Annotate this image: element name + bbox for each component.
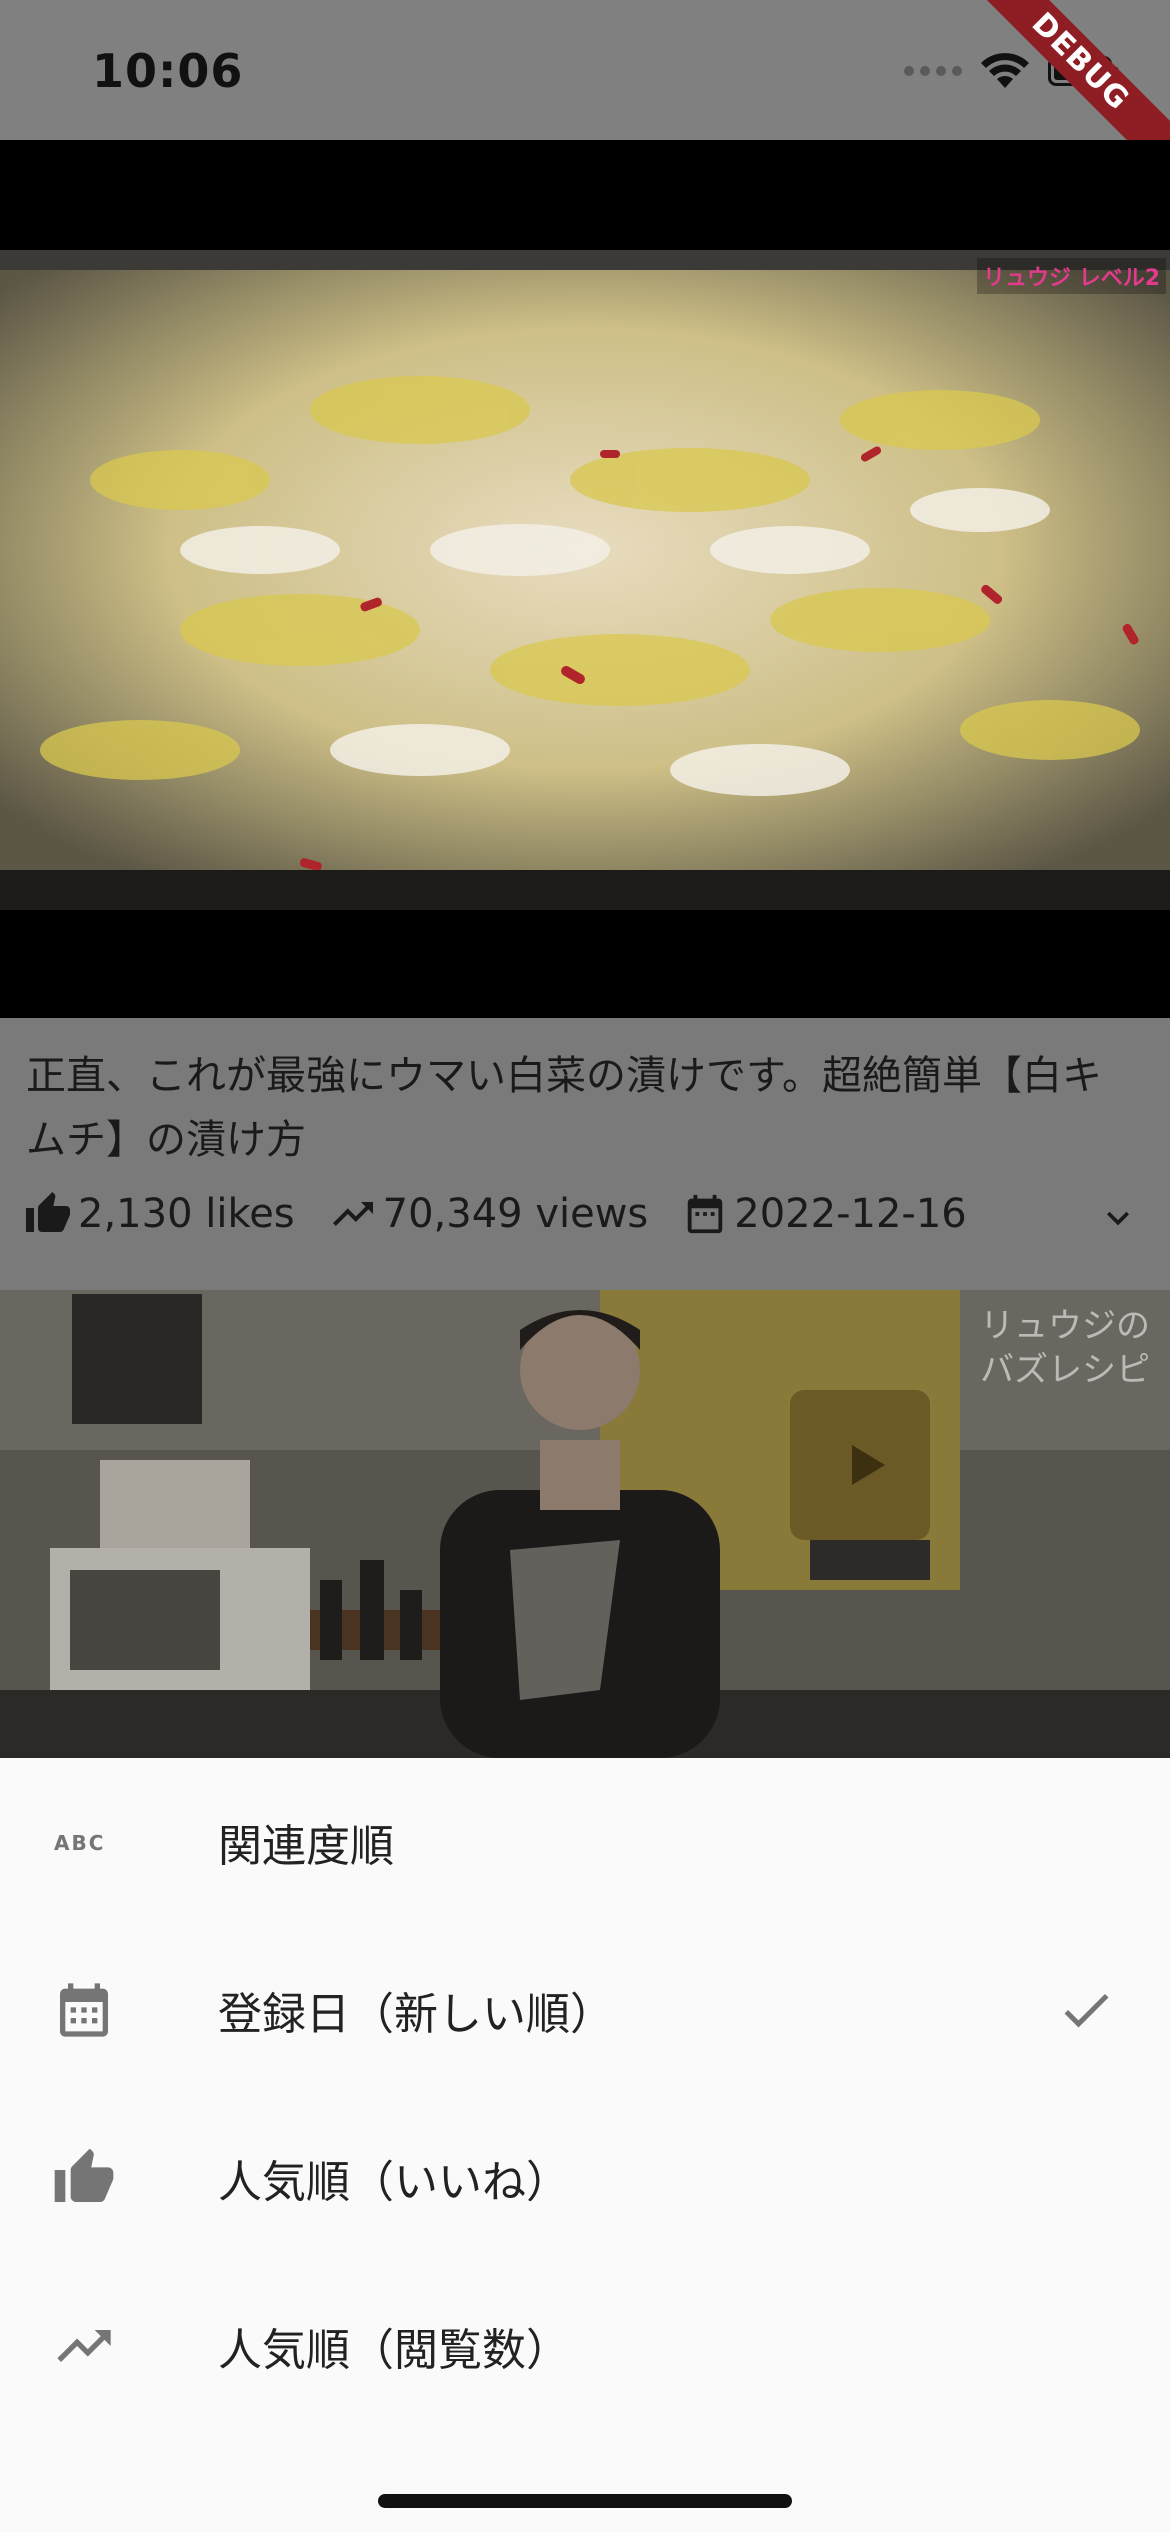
home-indicator[interactable] [378,2494,792,2508]
video-stats: 2,130 likes 70,349 views 2022-12-16 [24,1190,1001,1238]
thumb-up-icon [50,2144,118,2212]
status-time: 10:06 [92,44,244,98]
sort-option-likes[interactable]: 人気順（いいね） [0,2094,1170,2262]
watermark-line-2: バズレシピ [980,1350,1150,1390]
sort-option-label: 登録日（新しい順） [218,1989,614,2040]
views-stat: 70,349 views [329,1190,649,1238]
sort-option-label: 人気順（閲覧数） [218,2325,570,2376]
likes-stat: 2,130 likes [24,1190,295,1238]
video-info-panel: 正直、これが最強にウマい白菜の漬けです。超絶簡単【白キムチ】の漬け方 2,130… [0,1018,1170,1290]
views-count: 70,349 views [382,1191,649,1237]
sort-option-relevance[interactable]: ABC 関連度順 [0,1758,1170,1926]
video-thumbnail-image [0,250,1170,910]
video-player[interactable]: リュウジ レベル2 [0,140,1170,1018]
publish-date: 2022-12-16 [734,1191,967,1237]
trending-up-icon [332,1202,373,1226]
status-icons [904,52,1118,90]
sort-option-views[interactable]: 人気順（閲覧数） [0,2262,1170,2430]
sort-option-label: 関連度順 [218,1821,394,1872]
abc-icon: ABC [50,1808,118,1876]
watermark-line-1: リュウジの [980,1306,1150,1346]
thumb-up-icon [26,1192,70,1232]
trending-up-icon [50,2312,118,2380]
calendar-icon [50,1976,118,2044]
sort-bottom-sheet: ABC 関連度順 登録日（新しい順） 人気順（いいね） 人気順（閲覧数） [0,1758,1170,2532]
video-overlay-text: リュウジ レベル2 [977,258,1166,294]
calendar-icon [688,1194,723,1234]
sort-option-label: 人気順（いいね） [218,2157,570,2208]
next-video-thumbnail[interactable]: リュウジの バズレシピ [0,1290,1170,1758]
chevron-down-icon[interactable] [1096,1196,1140,1240]
battery-icon [1048,56,1118,86]
wifi-icon [981,53,1029,88]
channel-watermark: リュウジの バズレシピ [980,1304,1150,1392]
check-icon [1064,1993,1109,2028]
sort-option-date-newest[interactable]: 登録日（新しい順） [0,1926,1170,2094]
likes-count: 2,130 likes [78,1191,295,1237]
status-bar: 10:06 [0,0,1170,140]
video-title: 正直、これが最強にウマい白菜の漬けです。超絶簡単【白キムチ】の漬け方 [26,1053,1102,1163]
signal-icon [904,66,962,76]
svg-text:ABC: ABC [54,1831,105,1854]
date-stat: 2022-12-16 [682,1191,967,1237]
video-frame[interactable]: リュウジ レベル2 [0,250,1170,910]
